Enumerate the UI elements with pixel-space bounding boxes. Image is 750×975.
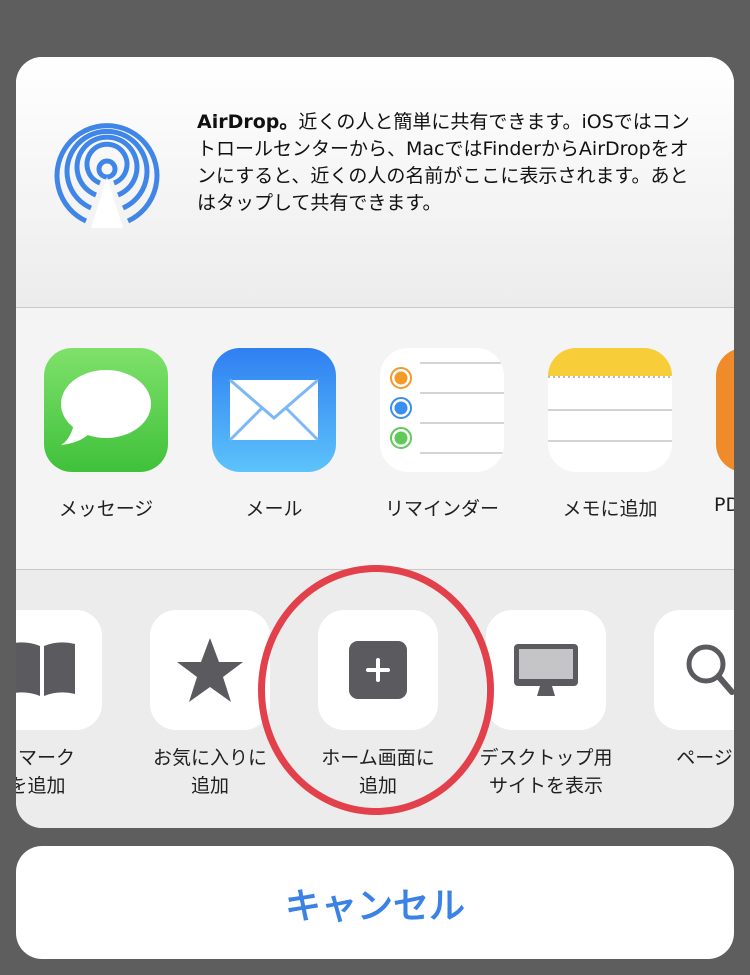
action-label-line: 追加 <box>358 775 397 797</box>
airdrop-icon <box>54 123 160 228</box>
app-label: メモに追加 <box>562 498 658 520</box>
pdf-app-icon <box>716 348 734 472</box>
action-label: ページを <box>629 744 734 772</box>
actions-row: クマーク を追加 お気に入りに 追加 ホーム画 <box>16 570 734 828</box>
notes-icon <box>548 348 672 472</box>
app-label: PD <box>714 494 734 516</box>
app-label: リマインダー <box>384 498 499 520</box>
action-label-line: クマーク <box>16 747 75 769</box>
app-label: メール <box>245 498 303 520</box>
action-label-line: 追加 <box>190 775 229 797</box>
plus-square-icon <box>318 610 438 730</box>
action-label-line: サイトを表示 <box>488 775 603 797</box>
action-label-line: ページを <box>676 747 734 769</box>
star-icon <box>150 610 270 730</box>
airdrop-description: AirDrop。近くの人と簡単に共有できます。iOSではコントロールセンターから… <box>197 109 707 217</box>
app-label: メッセージ <box>58 498 154 520</box>
cancel-button[interactable]: キャンセル <box>16 846 734 959</box>
action-label-line: ホーム画面に <box>321 747 435 769</box>
airdrop-title: AirDrop。 <box>197 111 299 133</box>
mail-icon <box>212 348 336 472</box>
share-sheet: AirDrop。近くの人と簡単に共有できます。iOSではコントロールセンターから… <box>16 57 734 828</box>
action-label: デスクトップ用 サイトを表示 <box>461 744 631 800</box>
action-label: お気に入りに 追加 <box>125 744 295 800</box>
apps-row: メッセージ メール リマインダー メモに追加 PD <box>16 308 734 568</box>
action-label-line: デスクトップ用 <box>479 747 613 769</box>
desktop-icon <box>486 610 606 730</box>
action-label-line: を追加 <box>16 775 66 797</box>
action-label-line: お気に入りに <box>152 747 267 769</box>
action-label: ホーム画面に 追加 <box>293 744 463 800</box>
search-icon <box>654 610 734 730</box>
airdrop-section: AirDrop。近くの人と簡単に共有できます。iOSではコントロールセンターから… <box>16 57 734 307</box>
reminders-icon <box>380 348 504 472</box>
book-icon <box>16 610 102 730</box>
messages-icon <box>44 348 168 472</box>
action-label: クマーク を追加 <box>16 744 122 800</box>
